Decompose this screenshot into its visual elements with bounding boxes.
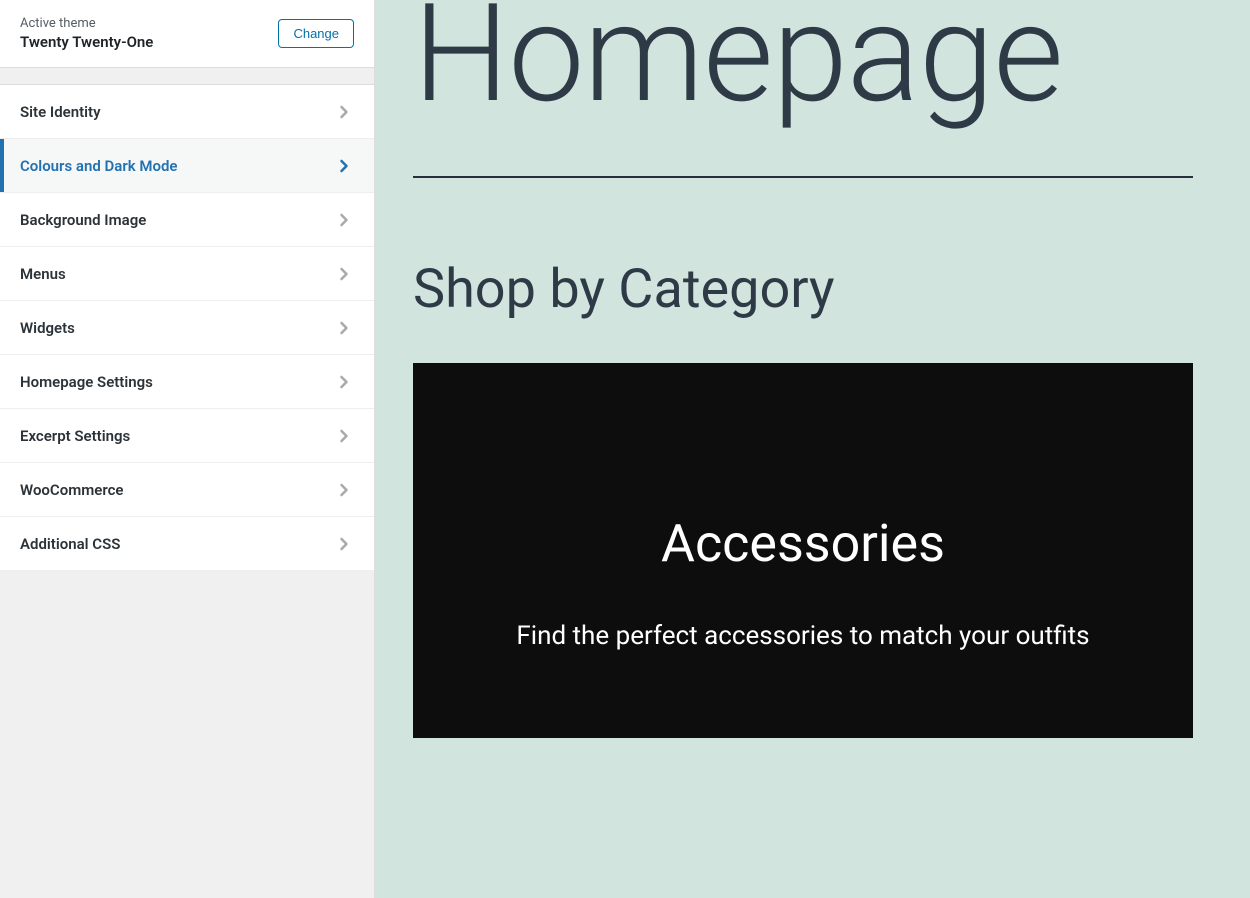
section-item-label: Background Image — [20, 211, 146, 229]
section-item-menus[interactable]: Menus — [0, 247, 374, 301]
category-title: Accessories — [473, 513, 1133, 574]
section-item-colours-and-dark-mode[interactable]: Colours and Dark Mode — [0, 139, 374, 193]
customizer-sections: Site Identity Colours and Dark Mode Backgr… — [0, 84, 374, 571]
section-item-label: Site Identity — [20, 103, 101, 121]
chevron-right-icon — [334, 156, 354, 176]
change-theme-button[interactable]: Change — [278, 19, 354, 48]
section-item-woocommerce[interactable]: WooCommerce — [0, 463, 374, 517]
category-description: Find the perfect accessories to match yo… — [473, 614, 1133, 658]
site-preview: Homepage Shop by Category Accessories Fi… — [375, 0, 1250, 898]
section-item-label: Widgets — [20, 319, 75, 337]
section-item-additional-css[interactable]: Additional CSS — [0, 517, 374, 571]
section-item-homepage-settings[interactable]: Homepage Settings — [0, 355, 374, 409]
theme-header-text: Active theme Twenty Twenty-One — [20, 16, 153, 51]
theme-header: Active theme Twenty Twenty-One Change — [0, 0, 374, 68]
section-item-excerpt-settings[interactable]: Excerpt Settings — [0, 409, 374, 463]
category-card-accessories[interactable]: Accessories Find the perfect accessories… — [413, 363, 1193, 738]
chevron-right-icon — [334, 534, 354, 554]
section-item-label: WooCommerce — [20, 481, 124, 499]
section-item-site-identity[interactable]: Site Identity — [0, 85, 374, 139]
chevron-right-icon — [334, 426, 354, 446]
theme-name: Twenty Twenty-One — [20, 33, 153, 51]
shop-by-category-heading: Shop by Category — [413, 258, 1193, 321]
chevron-right-icon — [334, 264, 354, 284]
chevron-right-icon — [334, 210, 354, 230]
section-item-label: Menus — [20, 265, 66, 283]
preview-content: Homepage Shop by Category Accessories Fi… — [413, 0, 1193, 738]
title-divider — [413, 176, 1193, 178]
section-item-background-image[interactable]: Background Image — [0, 193, 374, 247]
chevron-right-icon — [334, 480, 354, 500]
section-item-label: Colours and Dark Mode — [20, 157, 178, 175]
section-item-widgets[interactable]: Widgets — [0, 301, 374, 355]
section-item-label: Additional CSS — [20, 535, 120, 553]
active-theme-label: Active theme — [20, 16, 153, 31]
chevron-right-icon — [334, 318, 354, 338]
chevron-right-icon — [334, 102, 354, 122]
customizer-sidebar: Active theme Twenty Twenty-One Change Si… — [0, 0, 375, 898]
chevron-right-icon — [334, 372, 354, 392]
page-title: Homepage — [413, 0, 1193, 130]
section-item-label: Homepage Settings — [20, 373, 153, 391]
section-item-label: Excerpt Settings — [20, 427, 130, 445]
